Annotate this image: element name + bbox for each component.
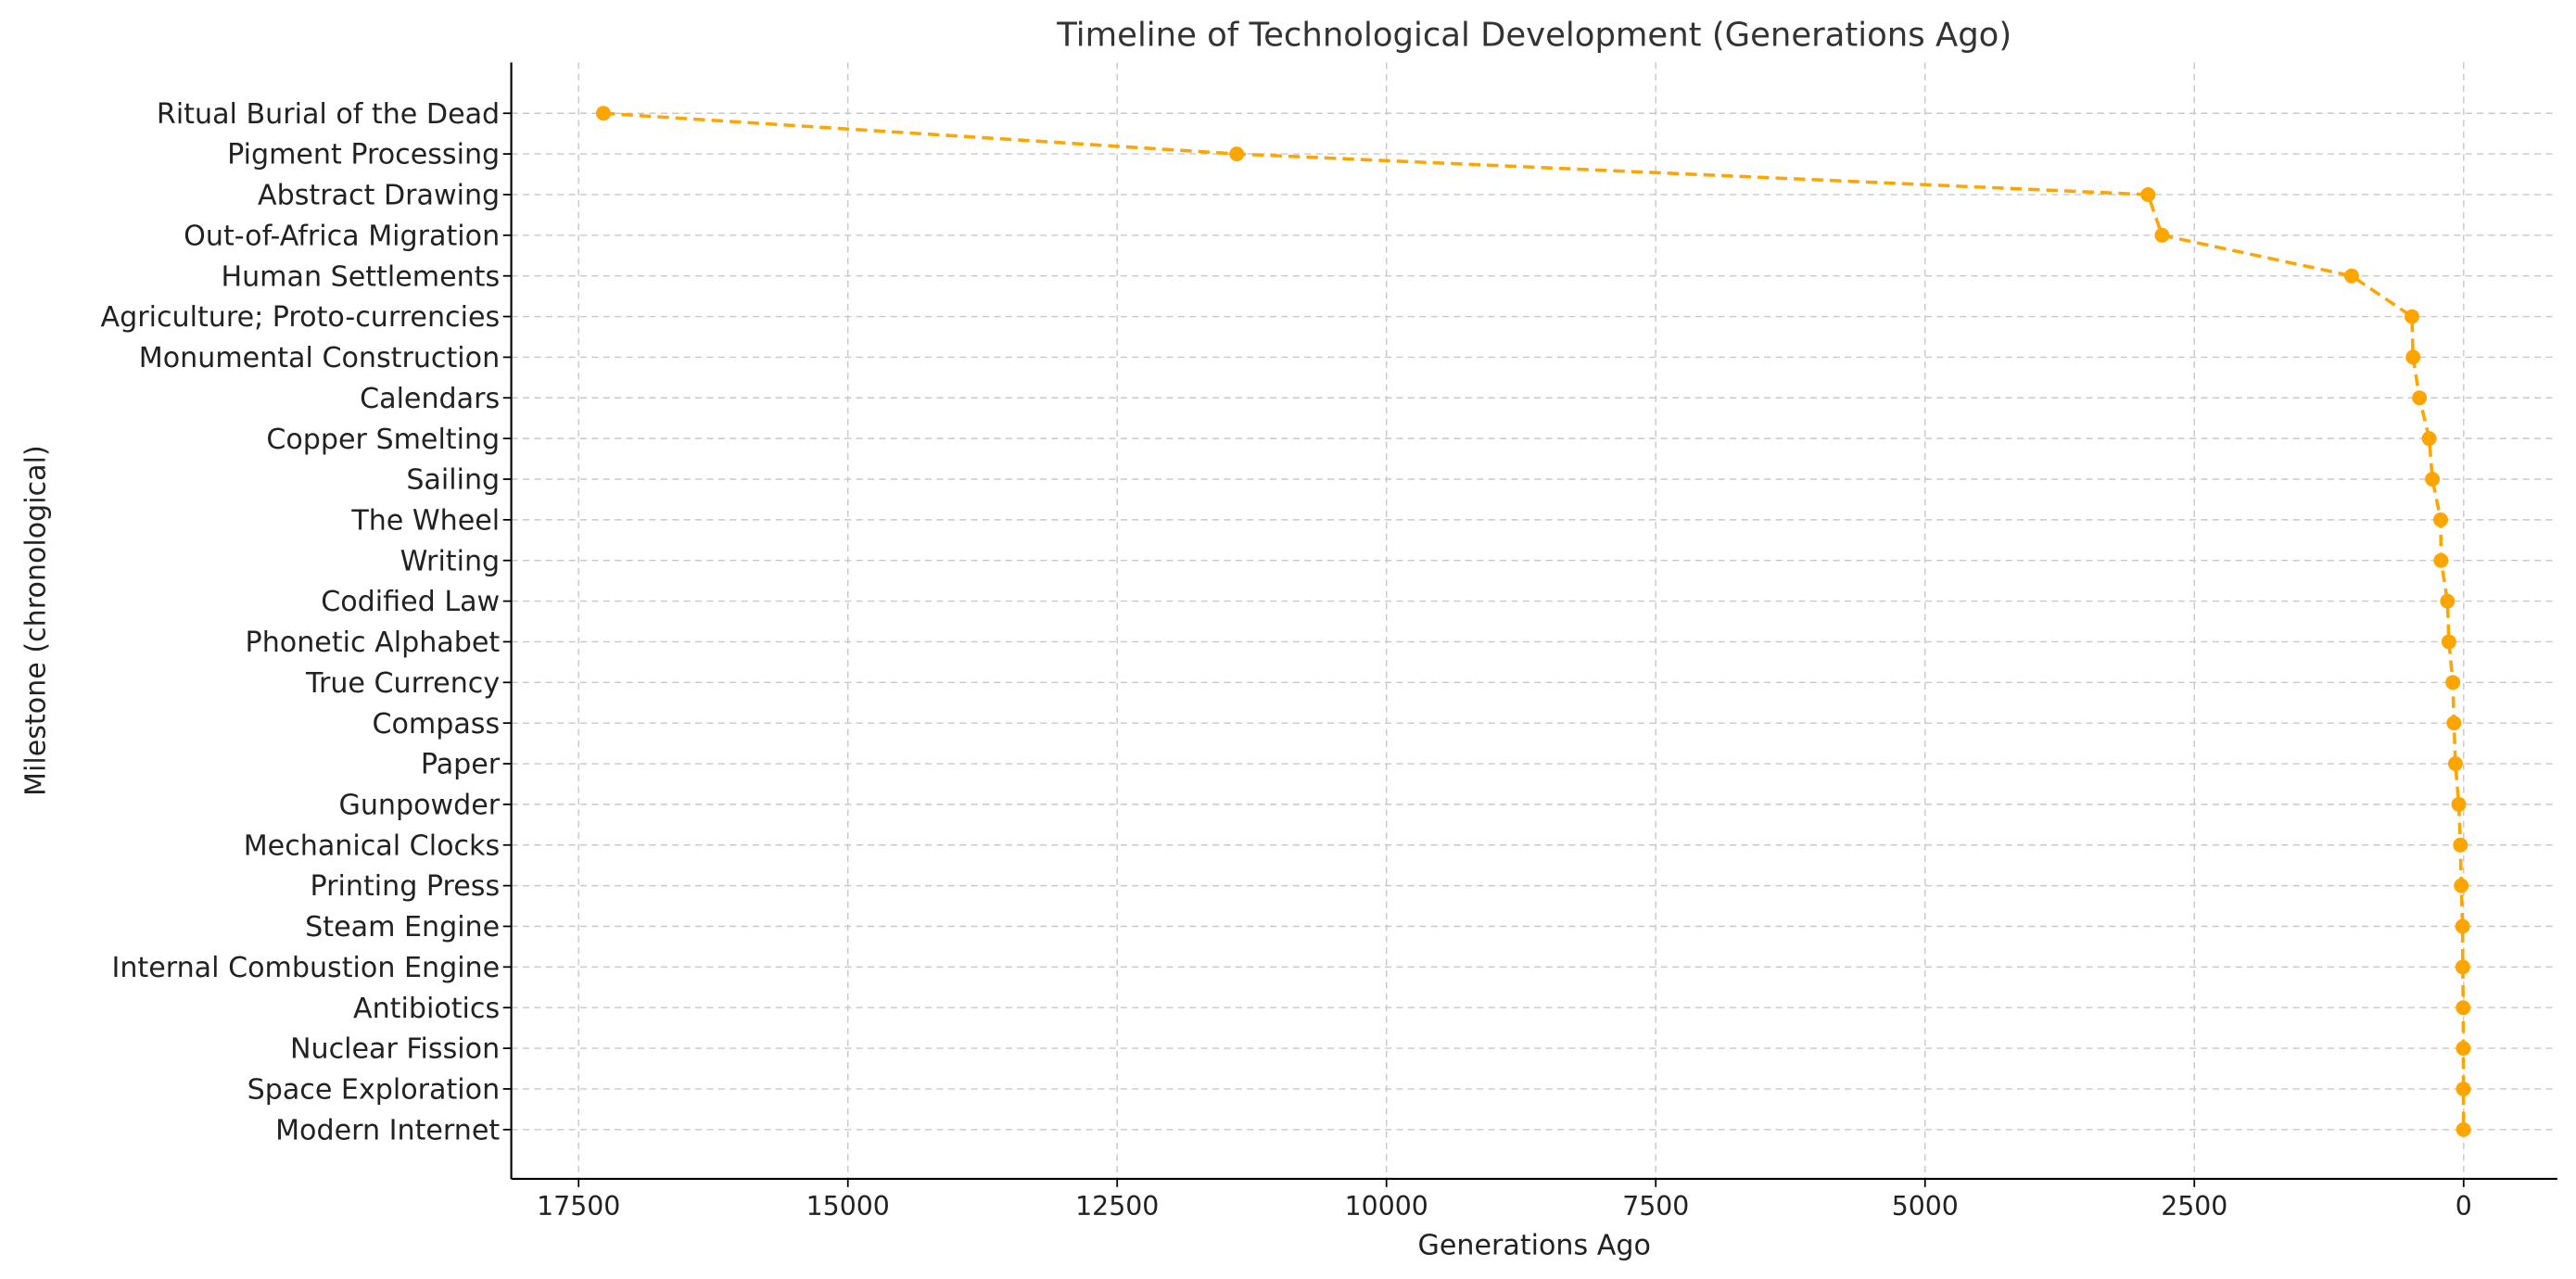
data-point	[2154, 227, 2170, 243]
y-tick-label: Mechanical Clocks	[244, 829, 500, 862]
grid	[511, 62, 2557, 1179]
y-tick-label: Nuclear Fission	[290, 1033, 500, 1066]
y-tick-label: Pigment Processing	[227, 139, 500, 171]
series-line	[603, 111, 2466, 1130]
y-tick-label: Modern Internet	[275, 1114, 500, 1146]
y-tick-label: Writing	[400, 545, 501, 577]
data-point	[2441, 634, 2456, 650]
y-tick-label: Copper Smelting	[266, 424, 500, 456]
y-tick-label: Calendars	[360, 383, 500, 415]
data-point	[2440, 593, 2455, 609]
y-tick-label: Abstract Drawing	[258, 180, 500, 212]
x-tick-label: 2500	[2161, 1191, 2227, 1222]
data-point	[2433, 552, 2449, 568]
x-tick-label: 12500	[1075, 1191, 1159, 1222]
y-tick-label: Phonetic Alphabet	[246, 627, 501, 659]
data-point	[2447, 756, 2463, 772]
data-point	[2140, 186, 2156, 202]
data-point	[2412, 390, 2428, 406]
x-tick-label: 0	[2455, 1191, 2472, 1222]
data-point	[2455, 1041, 2471, 1057]
data-point	[2343, 268, 2359, 284]
chart: Timeline of Technological Development (G…	[19, 17, 2557, 1261]
data-point	[2451, 796, 2467, 812]
data-point	[2405, 309, 2419, 324]
y-tick-label: Compass	[372, 708, 500, 741]
data-point	[2446, 715, 2462, 731]
y-tick-label: Monumental Construction	[139, 342, 500, 374]
data-point	[2454, 878, 2469, 893]
data-point	[2455, 959, 2470, 975]
x-tick-label: 10000	[1345, 1191, 1428, 1222]
y-tick-label: Sailing	[406, 464, 500, 497]
x-tick-label: 5000	[1892, 1191, 1959, 1222]
y-tick-label: Codified Law	[321, 586, 500, 618]
y-tick-label: Antibiotics	[353, 993, 500, 1025]
chart-title: Timeline of Technological Development (G…	[1056, 17, 2011, 55]
y-tick-label: Space Exploration	[247, 1074, 501, 1107]
data-point	[2455, 1081, 2471, 1096]
data-point	[2445, 675, 2461, 690]
y-tick-label: Ritual Burial of the Dead	[157, 98, 500, 131]
data-point	[2455, 918, 2470, 934]
y-tick-label: Human Settlements	[221, 260, 500, 293]
x-tick-label: 15000	[806, 1191, 890, 1222]
y-axis-label: Milestone (chronological)	[19, 445, 52, 796]
data-point	[2455, 1000, 2471, 1016]
data-point	[2455, 1121, 2471, 1137]
data-point	[2433, 512, 2448, 527]
data-point	[2405, 349, 2421, 365]
y-tick-label: Agriculture; Proto-currencies	[101, 301, 501, 334]
y-tick-label: Internal Combustion Engine	[111, 952, 500, 984]
data-point	[2453, 837, 2468, 853]
x-axis-label: Generations Ago	[1418, 1229, 1651, 1261]
y-tick-label: Out-of-Africa Migration	[184, 220, 500, 252]
y-tick-label: Paper	[421, 749, 501, 781]
data-point	[2425, 472, 2441, 487]
y-tick-label: Printing Press	[311, 870, 501, 903]
data-point	[595, 106, 611, 121]
y-tick-label: Gunpowder	[338, 790, 500, 822]
data-point	[1229, 146, 1245, 162]
series	[595, 106, 2471, 1137]
x-tick-label: 17500	[537, 1191, 620, 1222]
x-tick-label: 7500	[1622, 1191, 1689, 1222]
y-tick-label: Steam Engine	[305, 911, 500, 943]
y-tick-label: True Currency	[305, 667, 500, 700]
ticks: 17500 15000 12500 10000 7500 5000 2500 0 Ritual …	[101, 98, 2472, 1222]
data-point	[2421, 431, 2437, 447]
y-tick-label: The Wheel	[350, 504, 500, 537]
